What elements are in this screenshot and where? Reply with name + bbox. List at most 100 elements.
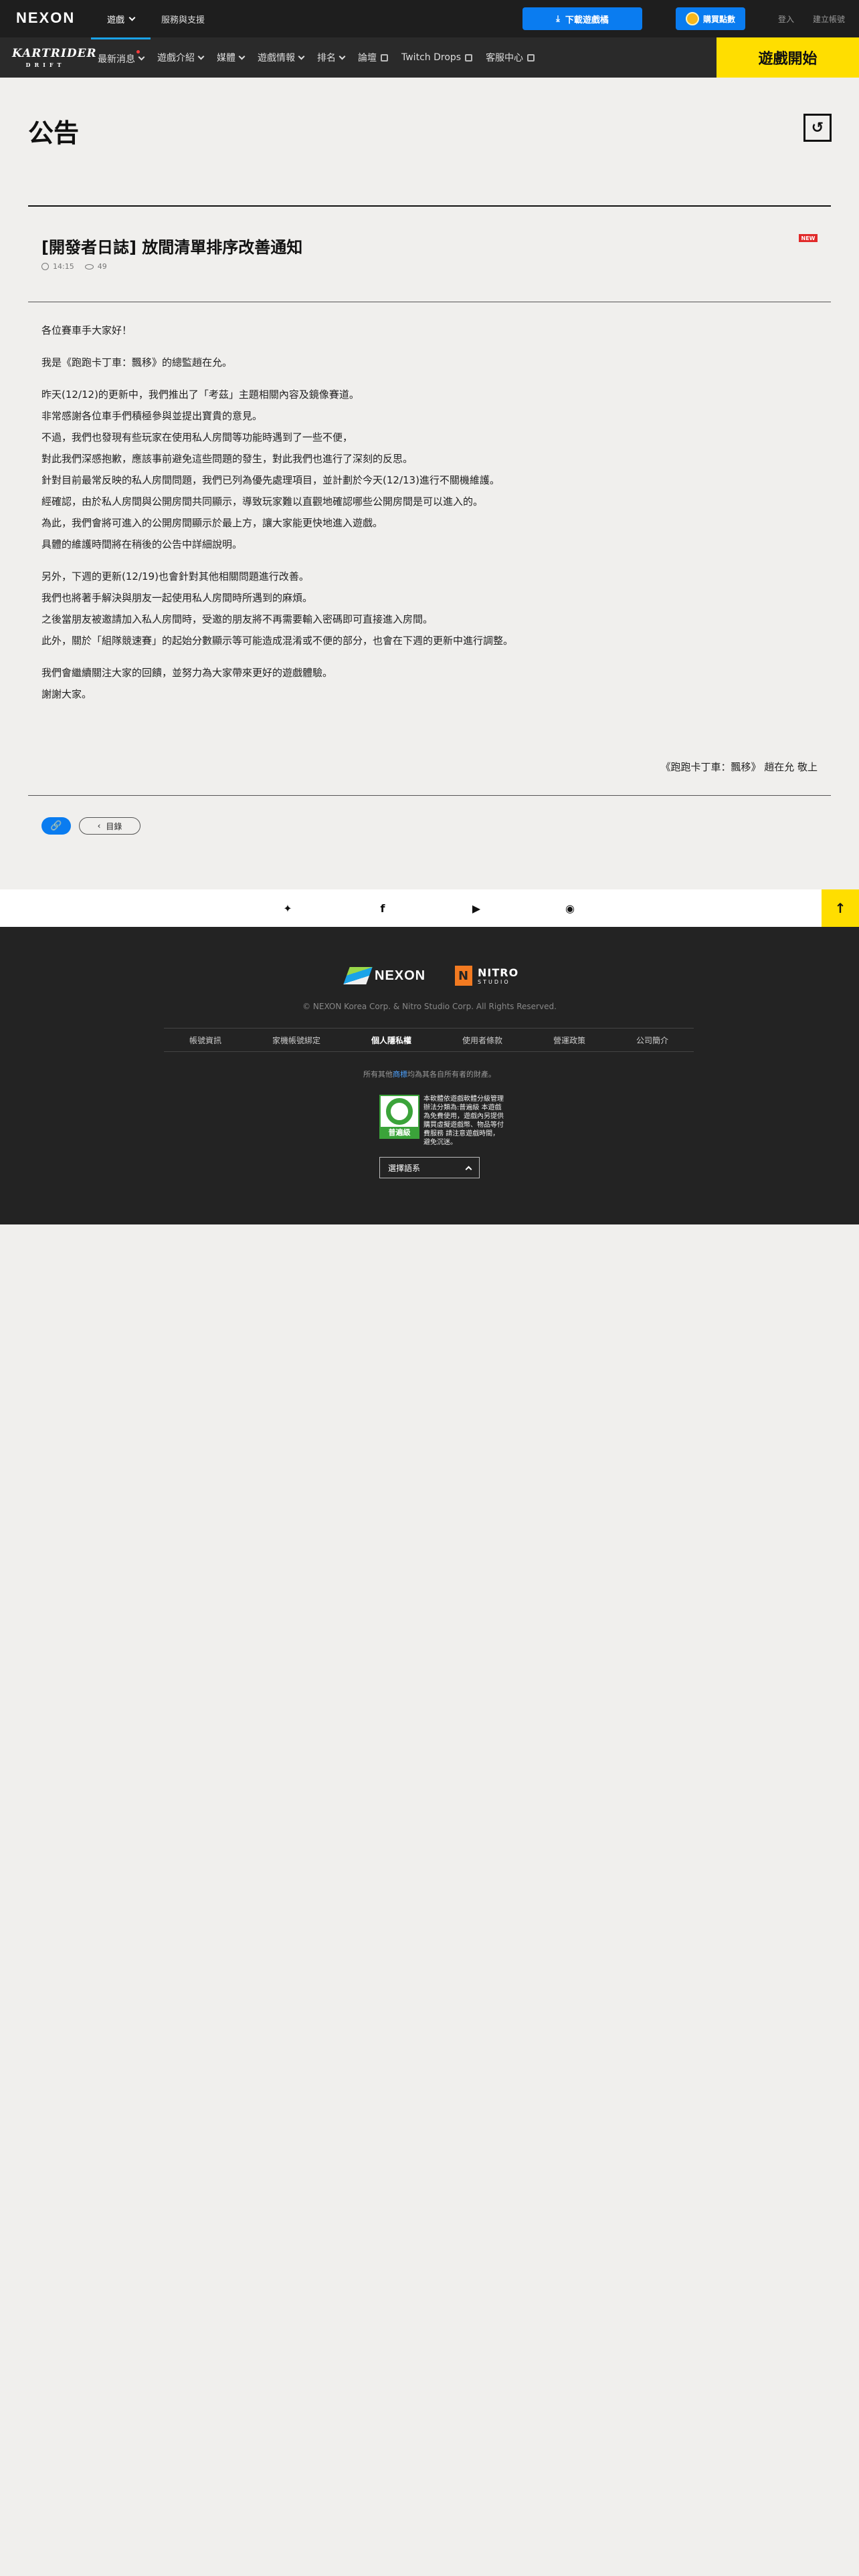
nav-item-ranking[interactable]: 排名 bbox=[310, 37, 351, 78]
footer-link-terms[interactable]: 使用者條款 bbox=[462, 1035, 502, 1046]
nitro-name: NITRO bbox=[478, 966, 519, 979]
body-line: 我們也將著手解決與朋友一起使用私人房間時所遇到的麻煩。 bbox=[41, 592, 313, 604]
global-menu: 遊戲 服務與支援 bbox=[100, 0, 211, 37]
kartrider-drift-logo[interactable]: KARTRIDER DRIFT bbox=[12, 45, 96, 70]
nexon-logo[interactable]: NEXON bbox=[16, 9, 75, 27]
post-title: [開發者日誌] 放間清單排序改善通知 bbox=[41, 238, 303, 257]
nav-item-label: 最新消息 bbox=[98, 53, 135, 65]
post-meta: 14:15 49 bbox=[41, 262, 107, 271]
global-menu-support[interactable]: 服務與支援 bbox=[155, 0, 211, 37]
scroll-to-top-button[interactable]: ↑ bbox=[822, 889, 859, 927]
login-link[interactable]: 登入 bbox=[778, 13, 794, 25]
global-header: NEXON 遊戲 服務與支援 ⤓ 下載遊戲橘 購買點數 登入 建立帳號 bbox=[0, 0, 859, 37]
global-menu-games[interactable]: 遊戲 bbox=[100, 0, 141, 37]
trademark-post: 均為其各自所有者的財產。 bbox=[407, 1070, 496, 1079]
post-signature: 《跑跑卡丁車：飄移》 趙在允 敬上 bbox=[660, 761, 818, 773]
post-views-value: 49 bbox=[97, 262, 107, 271]
nav-item-label: 媒體 bbox=[217, 53, 235, 64]
buy-points-button[interactable]: 購買點數 bbox=[676, 7, 745, 30]
body-line: 謝謝大家。 bbox=[41, 688, 92, 700]
nexon-mark-icon bbox=[343, 967, 373, 984]
nav-item-support[interactable]: 客服中心 bbox=[479, 37, 541, 78]
body-line: 此外，關於「組隊競速賽」的起始分數顯示等可能造成混淆或不便的部分，也會在下週的更… bbox=[41, 635, 514, 647]
nav-item-game-info[interactable]: 遊戲情報 bbox=[251, 37, 310, 78]
logo-sub: DRIFT bbox=[25, 62, 66, 68]
external-link-icon bbox=[465, 53, 473, 62]
body-line: 不過，我們也發現有些玩家在使用私人房間等功能時遇到了一些不便， bbox=[41, 431, 353, 443]
nitro-mark-icon: N bbox=[455, 966, 472, 986]
clock-icon bbox=[41, 263, 49, 270]
global-menu-support-label: 服務與支援 bbox=[161, 15, 205, 25]
download-game-button[interactable]: ⤓ 下載遊戲橘 bbox=[522, 7, 642, 30]
body-line: 昨天(12/12)的更新中，我們推出了「考茲」主題相關內容及鏡像賽道。 bbox=[41, 389, 359, 401]
nav-item-game-intro[interactable]: 遊戲介紹 bbox=[151, 37, 210, 78]
footer-nexon-text: NEXON bbox=[375, 968, 426, 983]
register-link[interactable]: 建立帳號 bbox=[813, 13, 845, 25]
chevron-down-icon bbox=[138, 53, 145, 61]
body-line: 具體的維護時間將在稍後的公告中詳細說明。 bbox=[41, 538, 243, 550]
rating-text: 本軟體依遊戲軟體分級管理辦法分類為:普遍級 本遊戲為免費使用，遊戲內另提供購買虛… bbox=[423, 1095, 504, 1146]
logo-text: KARTRIDER bbox=[12, 47, 97, 60]
body-line: 對此我們深感抱歉，應該事前避免這些問題的發生，對此我們也進行了深刻的反思。 bbox=[41, 453, 413, 465]
external-link-icon bbox=[527, 53, 535, 62]
post-views: 49 bbox=[84, 262, 107, 271]
chevron-left-icon: ‹ bbox=[97, 821, 101, 831]
nav-item-news[interactable]: 最新消息 bbox=[91, 37, 151, 78]
footer-link-policy[interactable]: 營運政策 bbox=[553, 1035, 585, 1046]
footer-nexon-logo[interactable]: NEXON bbox=[343, 967, 426, 984]
facebook-icon[interactable]: f bbox=[375, 900, 391, 916]
list-button[interactable]: ‹ 目錄 bbox=[79, 817, 140, 835]
external-link-icon bbox=[381, 53, 388, 62]
kartrider-icon[interactable]: ✦ bbox=[280, 900, 296, 916]
divider bbox=[28, 205, 831, 207]
buy-points-label: 購買點數 bbox=[702, 14, 735, 24]
footer-link-company[interactable]: 公司簡介 bbox=[636, 1035, 668, 1046]
download-icon: ⤓ bbox=[556, 13, 560, 24]
trademark-notice: 所有其他商標均為其各自所有者的財產。 bbox=[0, 1069, 859, 1079]
nav-item-forum[interactable]: 論壇 bbox=[351, 37, 395, 78]
footer-link-account[interactable]: 帳號資訊 bbox=[189, 1035, 221, 1046]
new-badge: NEW bbox=[799, 234, 818, 242]
nitro-sub: STUDIO bbox=[478, 979, 510, 985]
nav-item-label: 遊戲介紹 bbox=[157, 53, 195, 64]
trademark-link[interactable]: 商標 bbox=[393, 1070, 407, 1079]
nav-item-label: 排名 bbox=[317, 53, 336, 64]
eye-icon bbox=[84, 263, 94, 270]
footer-link-privacy[interactable]: 個人隱私權 bbox=[371, 1035, 411, 1046]
global-menu-games-label: 遊戲 bbox=[107, 15, 125, 25]
footer-nitro-text: NITRO STUDIO bbox=[478, 966, 518, 985]
game-start-button[interactable]: 遊戲開始 bbox=[717, 37, 859, 78]
youtube-icon[interactable]: ▶ bbox=[468, 900, 484, 916]
body-line: 我是《跑跑卡丁車：飄移》的總監趙在允。 bbox=[41, 356, 233, 368]
rating-label: 普遍級 bbox=[381, 1127, 418, 1138]
nav-item-media[interactable]: 媒體 bbox=[210, 37, 251, 78]
post-time-value: 14:15 bbox=[53, 262, 74, 271]
chevron-up-icon bbox=[465, 1166, 472, 1172]
body-line: 之後當朋友被邀請加入私人房間時，受邀的朋友將不再需要輸入密碼即可直接進入房間。 bbox=[41, 613, 434, 625]
body-line: 針對目前最常反映的私人房間問題，我們已列為優先處理項目，並計劃於今天(12/13… bbox=[41, 474, 500, 486]
language-select[interactable]: 選擇語系 bbox=[379, 1157, 480, 1178]
footer-link-console-binding[interactable]: 家機帳號綁定 bbox=[272, 1035, 320, 1046]
back-to-list-button[interactable]: ↺ bbox=[803, 114, 832, 142]
chevron-down-icon bbox=[128, 14, 136, 21]
post-body: 各位賽車手大家好！ 我是《跑跑卡丁車：飄移》的總監趙在允。 昨天(12/12)的… bbox=[41, 320, 818, 705]
chevron-down-icon bbox=[298, 53, 305, 60]
download-label: 下載遊戲橘 bbox=[565, 15, 609, 25]
new-dot-icon bbox=[136, 50, 140, 53]
rating-general-icon: 普遍級 bbox=[379, 1095, 419, 1139]
game-rating: 普遍級 本軟體依遊戲軟體分級管理辦法分類為:普遍級 本遊戲為免費使用，遊戲內另提… bbox=[379, 1095, 504, 1147]
return-icon: ↺ bbox=[811, 119, 824, 136]
coin-icon bbox=[685, 12, 699, 25]
arrow-up-icon: ↑ bbox=[834, 900, 846, 916]
footer-nitro-logo[interactable]: N NITRO STUDIO bbox=[455, 966, 518, 986]
copy-link-button[interactable]: 🔗 bbox=[41, 817, 71, 835]
body-line: 經確認，由於私人房間與公開房間共同顯示，導致玩家難以直觀地確認哪些公開房間是可以… bbox=[41, 496, 484, 508]
divider bbox=[28, 795, 831, 796]
language-select-label: 選擇語系 bbox=[388, 1163, 421, 1173]
nav-item-label: 論壇 bbox=[358, 53, 377, 64]
social-bar: ✦ f ▶ ◉ bbox=[0, 889, 859, 927]
discord-icon[interactable]: ◉ bbox=[562, 900, 578, 916]
page-title: 公告 bbox=[28, 118, 80, 148]
nav-item-label: 客服中心 bbox=[486, 53, 524, 64]
nav-item-twitch-drops[interactable]: Twitch Drops bbox=[395, 37, 479, 78]
